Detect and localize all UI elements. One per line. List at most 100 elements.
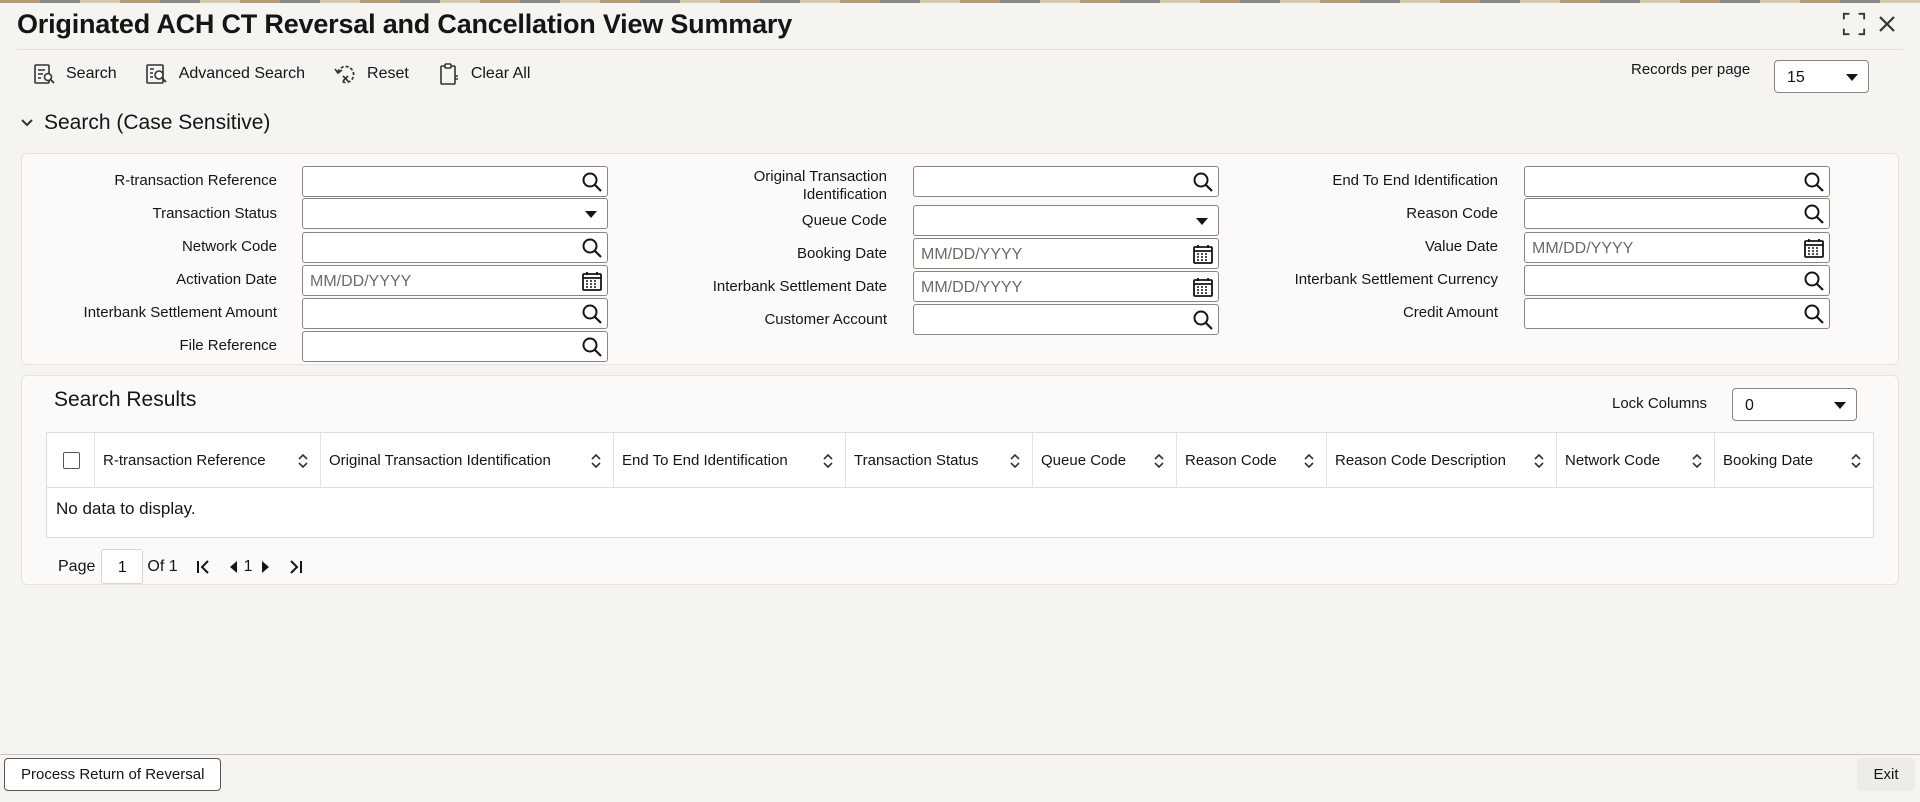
next-page-icon[interactable] — [261, 560, 271, 574]
search-icon[interactable] — [1192, 171, 1214, 193]
clipboard-icon — [440, 63, 458, 85]
search-icon[interactable] — [1803, 303, 1825, 325]
value-date-input[interactable]: MM/DD/YYYY — [1524, 232, 1830, 263]
column-header[interactable]: Queue Code — [1033, 433, 1177, 488]
sort-icon[interactable] — [823, 453, 833, 469]
sort-icon[interactable] — [591, 453, 601, 469]
booking-date-input[interactable]: MM/DD/YYYY — [913, 238, 1219, 269]
sort-icon[interactable] — [1154, 453, 1164, 469]
end-to-end-identification-input[interactable] — [1524, 166, 1830, 197]
interbank-settlement-amount-label: Interbank Settlement Amount — [83, 304, 277, 321]
search-section-title: Search (Case Sensitive) — [44, 111, 271, 134]
records-per-page-select[interactable]: 15 — [1774, 60, 1869, 93]
column-header[interactable]: End To End Identification — [614, 433, 846, 488]
page-label: Page — [58, 557, 96, 575]
lock-columns-select[interactable]: 0 — [1732, 388, 1857, 421]
search-icon[interactable] — [581, 171, 603, 193]
sort-icon[interactable] — [1851, 453, 1861, 469]
column-header-label: Reason Code Description — [1335, 452, 1506, 469]
column-header[interactable]: Reason Code — [1177, 433, 1327, 488]
search-button[interactable]: Search — [32, 61, 117, 87]
reset-button[interactable]: Reset — [333, 61, 409, 87]
activation-date-input[interactable]: MM/DD/YYYY — [302, 265, 608, 296]
window-title: Originated ACH CT Reversal and Cancellat… — [17, 9, 793, 39]
sort-icon[interactable] — [298, 453, 308, 469]
interbank-settlement-date-input[interactable]: MM/DD/YYYY — [913, 271, 1219, 302]
transaction-status-select[interactable] — [302, 198, 608, 229]
sort-icon[interactable] — [1534, 453, 1544, 469]
search-icon[interactable] — [1803, 171, 1825, 193]
calendar-icon[interactable] — [1803, 237, 1825, 259]
first-page-icon[interactable] — [196, 559, 212, 575]
pagination: Page 1 Of 1 1 — [58, 549, 303, 584]
clear-all-button[interactable]: Clear All — [437, 61, 531, 87]
last-page-icon[interactable] — [287, 559, 303, 575]
empty-message: No data to display. — [56, 499, 196, 518]
customer-account-label: Customer Account — [764, 311, 887, 328]
advanced-search-label: Advanced Search — [178, 65, 306, 82]
reason-code-input[interactable] — [1524, 198, 1830, 229]
sort-icon[interactable] — [1010, 453, 1020, 469]
process-return-of-reversal-button[interactable]: Process Return of Reversal — [4, 758, 222, 791]
table-header: R-transaction Reference Original Transac… — [47, 433, 1873, 488]
title-divider — [17, 49, 1903, 50]
original-transaction-identification-input[interactable] — [913, 166, 1219, 197]
maximize-icon[interactable] — [1842, 12, 1866, 36]
search-icon[interactable] — [1192, 309, 1214, 331]
column-header[interactable]: Booking Date — [1715, 433, 1873, 488]
credit-amount-input[interactable] — [1524, 298, 1830, 329]
queue-code-label: Queue Code — [801, 212, 887, 229]
r-transaction-reference-label: R-transaction Reference — [114, 172, 277, 189]
transaction-status-label: Transaction Status — [152, 205, 277, 222]
sort-icon[interactable] — [1692, 453, 1702, 469]
original-transaction-identification-label-line2: Identification — [802, 186, 887, 203]
search-icon[interactable] — [581, 237, 603, 259]
chevron-down-icon — [1196, 218, 1208, 225]
r-transaction-reference-input[interactable] — [302, 166, 608, 197]
column-header[interactable]: Network Code — [1557, 433, 1715, 488]
search-icon[interactable] — [1803, 203, 1825, 225]
records-per-page-label: Records per page — [1631, 61, 1751, 78]
column-header-label: End To End Identification — [622, 452, 788, 469]
booking-date-label: Booking Date — [796, 245, 887, 262]
results-title: Search Results — [54, 388, 197, 411]
interbank-settlement-amount-input[interactable] — [302, 298, 608, 329]
previous-page-icon[interactable] — [228, 560, 238, 574]
queue-code-select[interactable] — [913, 205, 1219, 236]
calendar-icon[interactable] — [1192, 276, 1214, 298]
interbank-settlement-date-label: Interbank Settlement Date — [712, 278, 887, 295]
customer-account-input[interactable] — [913, 304, 1219, 335]
network-code-input[interactable] — [302, 232, 608, 263]
column-header-label: Booking Date — [1723, 452, 1814, 469]
advanced-search-button[interactable]: Advanced Search — [145, 61, 305, 87]
records-per-page-value: 15 — [1787, 69, 1805, 86]
sort-icon[interactable] — [1304, 453, 1314, 469]
interbank-settlement-currency-input[interactable] — [1524, 265, 1830, 296]
network-code-label: Network Code — [181, 238, 277, 255]
chevron-down-icon — [585, 211, 597, 218]
column-header[interactable]: Reason Code Description — [1327, 433, 1557, 488]
current-page[interactable]: 1 — [244, 558, 253, 576]
search-icon[interactable] — [581, 303, 603, 325]
calendar-icon[interactable] — [581, 270, 603, 292]
column-header-label: Network Code — [1565, 452, 1661, 469]
toolbar: Search Advanced Search Reset Clear All — [32, 61, 558, 87]
credit-amount-label: Credit Amount — [1402, 304, 1498, 321]
column-header[interactable]: Transaction Status — [846, 433, 1033, 488]
page-number-input[interactable]: 1 — [101, 549, 144, 584]
search-section-toggle[interactable]: Search (Case Sensitive) — [20, 111, 270, 135]
column-header-label: Reason Code — [1185, 452, 1277, 469]
column-header-label: Original Transaction Identification — [329, 452, 551, 469]
booking-date-placeholder: MM/DD/YYYY — [921, 246, 1023, 263]
column-header[interactable]: Original Transaction Identification — [321, 433, 614, 488]
column-header[interactable]: R-transaction Reference — [95, 433, 321, 488]
exit-button[interactable]: Exit — [1857, 758, 1915, 791]
search-icon[interactable] — [581, 336, 603, 358]
clear-all-label: Clear All — [470, 65, 531, 82]
search-icon[interactable] — [1803, 270, 1825, 292]
file-reference-input[interactable] — [302, 331, 608, 362]
close-icon[interactable] — [1877, 14, 1897, 34]
search-button-label: Search — [66, 65, 117, 82]
select-all-checkbox[interactable] — [63, 452, 80, 469]
calendar-icon[interactable] — [1192, 243, 1214, 265]
